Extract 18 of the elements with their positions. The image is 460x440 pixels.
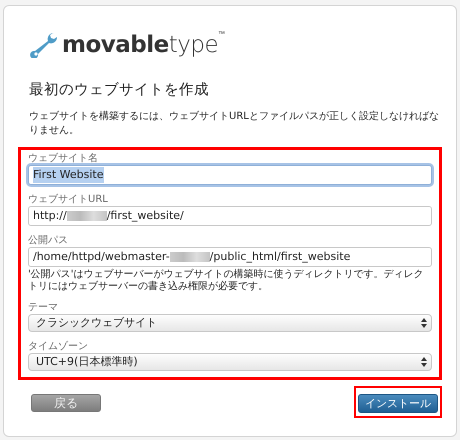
select-field[interactable]: クラシックウェブサイト <box>28 314 432 332</box>
wrench-icon <box>30 32 58 58</box>
updown-arrows-icon <box>421 318 427 328</box>
description-text: ウェブサイトを構築するには、ウェブサイトURLとファイルパスが正しく設定しなければなりません。 <box>29 110 440 138</box>
input-field[interactable]: First Website <box>28 164 432 185</box>
select-field[interactable]: UTC+9(日本標準時) <box>28 352 432 371</box>
install-button[interactable]: インストール <box>358 394 438 413</box>
logo-text: movabletype$^{™}$ <box>62 34 225 56</box>
input-field[interactable]: /home/httpd/webmaster- /public_html/first_website <box>28 246 432 267</box>
field-label: タイムゾーン <box>28 340 89 353</box>
help-text: '公開パス'はウェブサーバーがウェブサイトの構築時に使うディレクトリです。ディレクトリにはウェブサーバーの書き込み権限が必要です。 <box>28 268 424 293</box>
field-label: テーマ <box>28 302 59 314</box>
field-label: ウェブサイトURL <box>28 194 109 206</box>
input-field[interactable]: http:// /first_website/ <box>28 206 432 226</box>
field-label: 公開パス <box>28 234 69 247</box>
updown-arrows-icon <box>421 356 427 367</box>
field-label: ウェブサイト名 <box>28 152 99 165</box>
page-heading: 最初のウェブサイトを作成 <box>29 80 210 100</box>
